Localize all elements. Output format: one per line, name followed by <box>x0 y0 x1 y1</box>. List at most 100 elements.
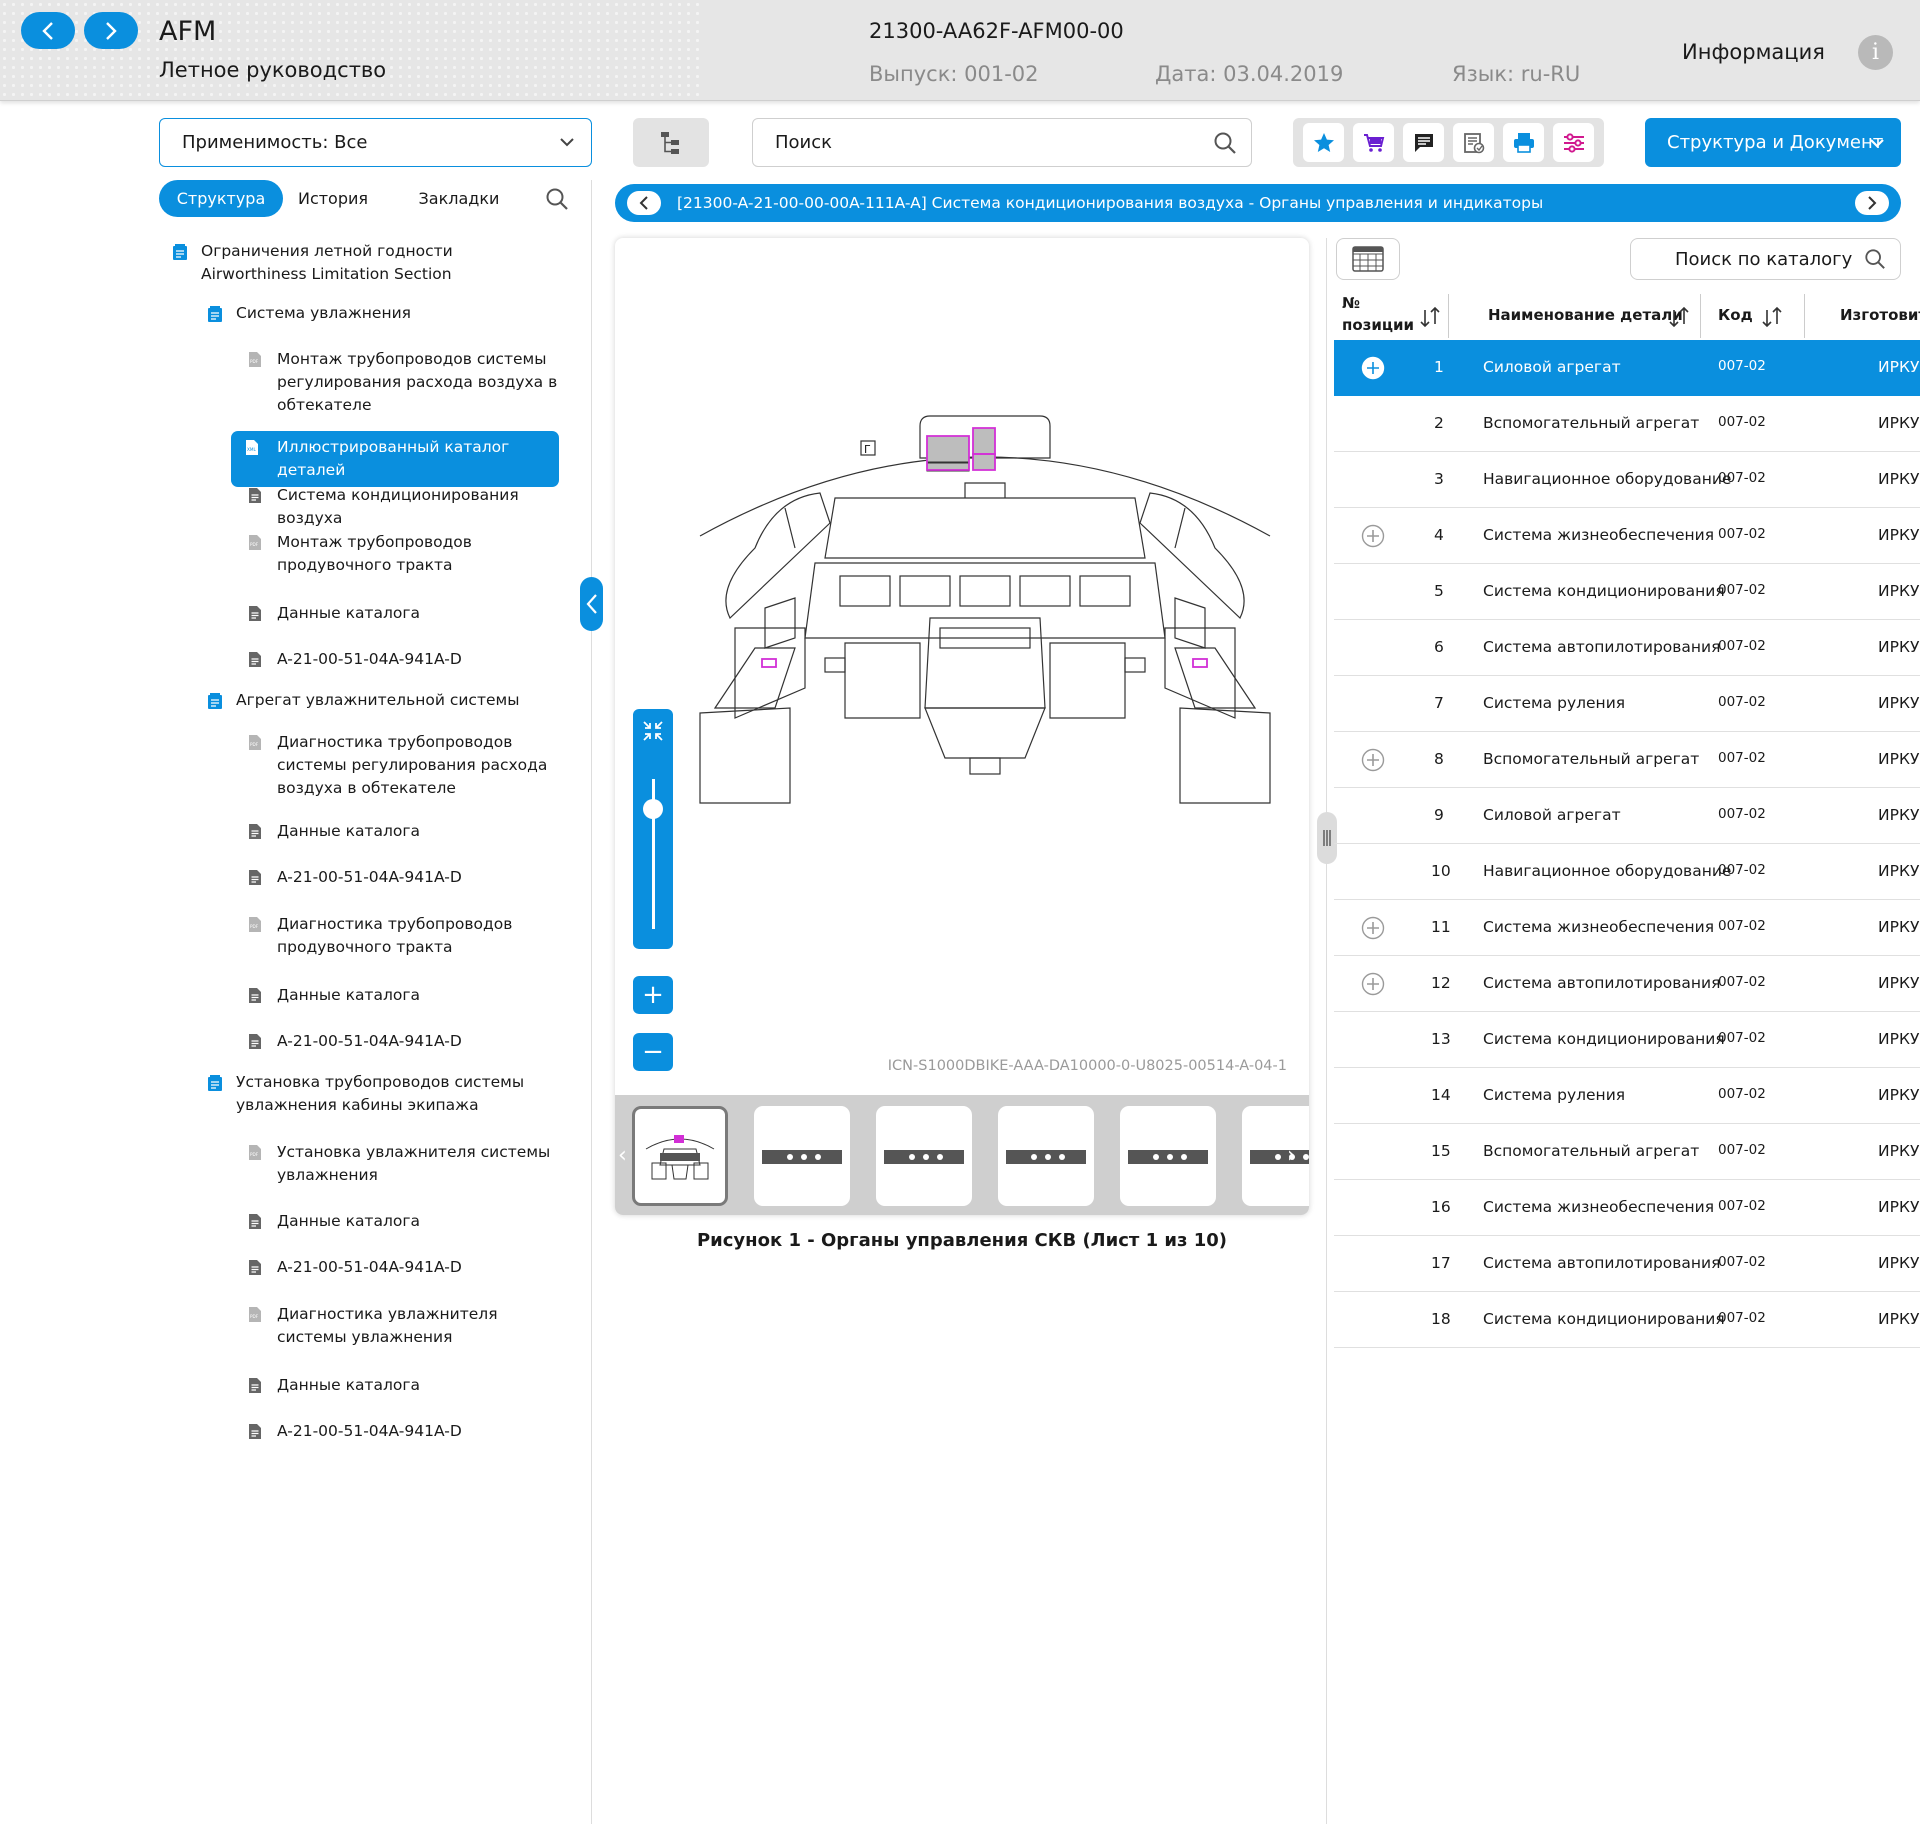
comments-button[interactable] <box>1403 123 1444 162</box>
thumbnails-prev-icon[interactable]: ‹ <box>618 1143 627 1168</box>
tab-bookmarks[interactable]: Закладки <box>409 180 509 217</box>
search-input[interactable]: Поиск <box>752 118 1252 167</box>
column-header-name[interactable]: Наименование детали <box>1488 304 1683 326</box>
app-header: AFM Летное руководство 21300-AA62F-AFM00… <box>0 0 1920 101</box>
tab-history[interactable]: История <box>283 180 383 217</box>
tree-item[interactable]: Данные каталога <box>249 1210 557 1233</box>
next-module-button[interactable] <box>1855 191 1889 215</box>
tree-item[interactable]: Данные каталога <box>249 984 557 1007</box>
applicability-select[interactable]: Применимость: Все <box>159 118 592 167</box>
cell-manufacturer: ИРКУ <box>1878 526 1920 544</box>
table-row[interactable]: 14 Система руления 007-02 ИРКУ <box>1334 1068 1920 1124</box>
structure-document-button[interactable]: Структура и Документ <box>1645 118 1901 167</box>
table-row[interactable]: 9 Силовой агрегат 007-02 ИРКУ <box>1334 788 1920 844</box>
sheet-thumbnail-5[interactable] <box>1120 1106 1216 1206</box>
filter-button[interactable] <box>1553 123 1594 162</box>
tree-item[interactable]: PDF Диагностика трубопроводов системы рег… <box>249 731 567 800</box>
cell-position: 8 <box>1434 750 1444 768</box>
tree-item[interactable]: XML Иллюстрированный каталог деталей <box>231 431 559 487</box>
zoom-slider[interactable] <box>633 709 673 949</box>
table-row[interactable]: 4 Система жизнеобеспечения 007-02 ИРКУ <box>1334 508 1920 564</box>
sort-icon[interactable] <box>1761 306 1785 328</box>
tree-item[interactable]: Установка трубопроводов системы увлажнен… <box>208 1071 536 1117</box>
expand-row-icon[interactable] <box>1361 524 1385 548</box>
tree-item[interactable]: A-21-00-51-04A-941A-D <box>249 1030 557 1053</box>
catalog-search-input[interactable]: Поиск по каталогу <box>1630 238 1901 280</box>
tree-item[interactable]: Система увлажнения <box>208 302 576 325</box>
fit-screen-icon[interactable] <box>641 719 665 743</box>
table-row[interactable]: 15 Вспомогательный агрегат 007-02 ИРКУ <box>1334 1124 1920 1180</box>
collapse-panel-button[interactable] <box>580 577 603 631</box>
tree-item[interactable]: A-21-00-51-04A-941A-D <box>249 1256 557 1279</box>
tree-item[interactable]: Агрегат увлажнительной системы <box>208 689 576 712</box>
tree-item[interactable]: Система кондиционирования воздуха <box>249 484 577 530</box>
previous-module-button[interactable] <box>627 191 661 215</box>
cell-part-name: Вспомогательный агрегат <box>1483 1142 1700 1160</box>
table-row[interactable]: 8 Вспомогательный агрегат 007-02 ИРКУ <box>1334 732 1920 788</box>
table-row[interactable]: 10 Навигационное оборудование 007-02 ИРКУ <box>1334 844 1920 900</box>
back-button[interactable] <box>21 12 75 49</box>
column-header-code[interactable]: Код <box>1718 304 1753 326</box>
tree-item-label: Данные каталога <box>277 1212 420 1230</box>
table-view-button[interactable] <box>1336 238 1400 280</box>
tree-item[interactable]: Данные каталога <box>249 820 557 843</box>
tree-item[interactable]: Ограничения летной годности Airworthines… <box>173 240 561 286</box>
favorites-button[interactable] <box>1303 123 1344 162</box>
sheet-thumbnail-1[interactable] <box>632 1106 728 1206</box>
cockpit-illustration[interactable]: Г <box>695 408 1275 808</box>
sheet-thumbnail-4[interactable] <box>998 1106 1094 1206</box>
report-button[interactable] <box>1453 123 1494 162</box>
zoom-in-button[interactable]: + <box>633 976 673 1014</box>
table-row[interactable]: 18 Система кондиционирования 007-02 ИРКУ <box>1334 1292 1920 1348</box>
expand-row-icon[interactable] <box>1361 972 1385 996</box>
forward-button[interactable] <box>84 12 138 49</box>
table-row[interactable]: 5 Система кондиционирования 007-02 ИРКУ <box>1334 564 1920 620</box>
table-row[interactable]: 12 Система автопилотирования 007-02 ИРКУ <box>1334 956 1920 1012</box>
tree-item[interactable]: PDF Монтаж трубопроводов продувочного тра… <box>249 531 567 577</box>
search-icon[interactable] <box>545 187 569 211</box>
table-row[interactable]: 3 Навигационное оборудование 007-02 ИРКУ <box>1334 452 1920 508</box>
tree-item[interactable]: PDF Диагностика трубопроводов продувочног… <box>249 913 567 959</box>
tree-item[interactable]: PDF Установка увлажнителя системы увлажне… <box>249 1141 557 1187</box>
column-header-position[interactable]: № позиции <box>1342 292 1414 336</box>
column-header-manufacturer[interactable]: Изготовит <box>1840 304 1920 326</box>
table-row[interactable]: 16 Система жизнеобеспечения 007-02 ИРКУ <box>1334 1180 1920 1236</box>
thumbnail-image <box>884 1150 964 1164</box>
expand-row-icon[interactable] <box>1361 916 1385 940</box>
table-row[interactable]: 13 Система кондиционирования 007-02 ИРКУ <box>1334 1012 1920 1068</box>
info-icon[interactable]: i <box>1858 35 1893 70</box>
table-row[interactable]: 1 Силовой агрегат 007-02 ИРКУ <box>1334 340 1920 396</box>
sheet-thumbnail-3[interactable] <box>876 1106 972 1206</box>
print-button[interactable] <box>1503 123 1544 162</box>
expand-row-icon[interactable] <box>1361 748 1385 772</box>
tree-item[interactable]: A-21-00-51-04A-941A-D <box>249 866 557 889</box>
table-row[interactable]: 7 Система руления 007-02 ИРКУ <box>1334 676 1920 732</box>
tree-view-button[interactable] <box>633 118 709 167</box>
sort-icon[interactable] <box>1419 306 1443 328</box>
table-row[interactable]: 6 Система автопилотирования 007-02 ИРКУ <box>1334 620 1920 676</box>
thumbnails-next-icon[interactable]: › <box>1287 1143 1296 1168</box>
tree-item[interactable]: Данные каталога <box>249 602 557 625</box>
tab-structure[interactable]: Структура <box>159 180 283 217</box>
info-link[interactable]: Информация <box>1682 40 1825 64</box>
sort-icon[interactable] <box>1668 306 1692 328</box>
tree-item[interactable]: A-21-00-51-04A-941A-D <box>249 648 557 671</box>
icn-code: ICN-S1000DBIKE-AAA-DA10000-0-U8025-00514… <box>887 1058 1287 1074</box>
cell-position: 5 <box>1434 582 1444 600</box>
zoom-out-button[interactable]: − <box>633 1033 673 1071</box>
sheet-thumbnail-6[interactable] <box>1242 1106 1309 1206</box>
table-row[interactable]: 17 Система автопилотирования 007-02 ИРКУ <box>1334 1236 1920 1292</box>
parts-catalog-table: № позиции Наименование детали Код Изгото… <box>1334 292 1920 1348</box>
table-row[interactable]: 2 Вспомогательный агрегат 007-02 ИРКУ <box>1334 396 1920 452</box>
applicability-value: Применимость: Все <box>182 132 368 153</box>
sheet-thumbnail-2[interactable] <box>754 1106 850 1206</box>
tree-item[interactable]: Данные каталога <box>249 1374 557 1397</box>
tree-item[interactable]: PDF Монтаж трубопроводов системы регулиро… <box>249 348 567 417</box>
table-row[interactable]: 11 Система жизнеобеспечения 007-02 ИРКУ <box>1334 900 1920 956</box>
tree-item[interactable]: PDF Диагностика увлажнителя системы увлаж… <box>249 1303 557 1349</box>
zoom-thumb[interactable] <box>643 798 663 819</box>
cart-button[interactable] <box>1353 123 1394 162</box>
tree-item[interactable]: A-21-00-51-04A-941A-D <box>249 1420 557 1443</box>
expand-row-icon[interactable] <box>1361 356 1385 380</box>
column-separator <box>1804 294 1805 338</box>
